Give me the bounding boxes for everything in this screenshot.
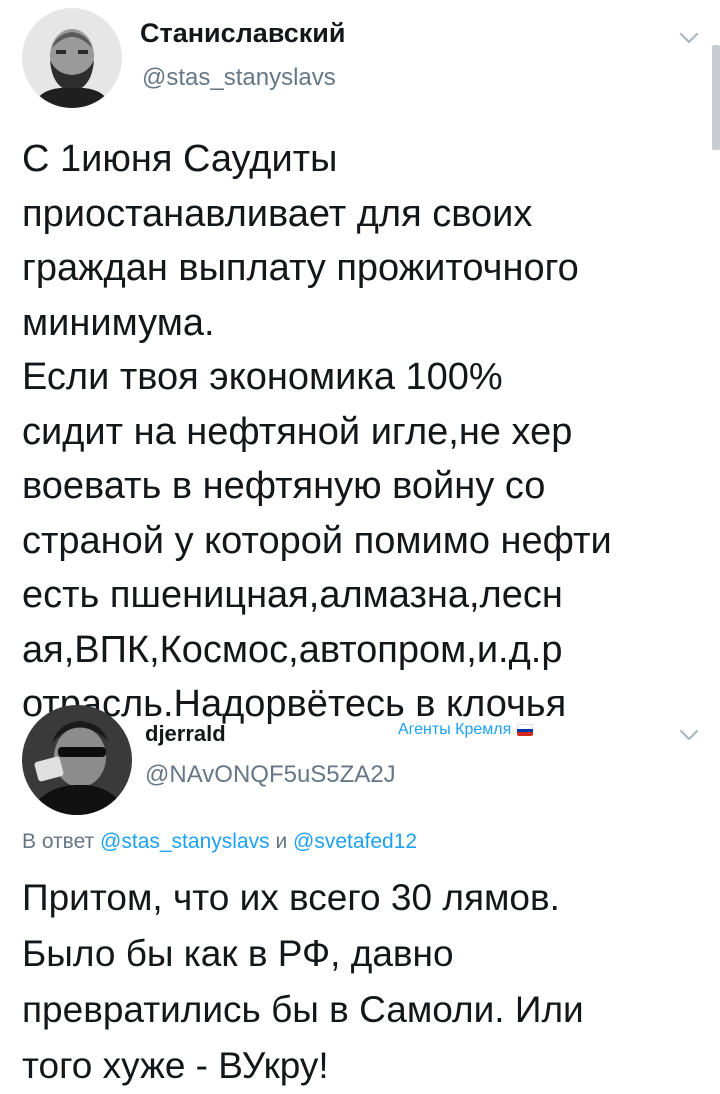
reply-context: В ответ @stas_stanyslavs и @svetafed12 — [22, 830, 417, 854]
reply-mention-link[interactable]: @svetafed12 — [293, 830, 417, 853]
tweet-original: Станиславский @stas_stanyslavs С 1июня С… — [0, 0, 720, 725]
tweet-text-line: превратились бы в Самоли. Или — [22, 989, 584, 1030]
badge-label: Агенты Кремля — [398, 721, 512, 738]
tweet-text-line: Было бы как в РФ, давно — [22, 933, 454, 974]
tweet-text-line: есть пшеницная,алмазна,лесн — [22, 574, 563, 616]
chevron-down-icon[interactable] — [672, 26, 706, 50]
tweet-text-line: ая,ВПК,Космос,автопром,и.д.р — [22, 628, 563, 671]
tweet-reply: djerrald Агенты Кремля @NAvONQF5uS5ZA2J … — [0, 705, 720, 1086]
tweet-text-line: сидит на нефтяной игле,не хер — [22, 410, 573, 453]
author-display-name[interactable]: Станиславский — [140, 18, 345, 49]
profile-badge: Агенты Кремля — [398, 721, 534, 739]
reply-prefix: В ответ — [22, 830, 95, 853]
chevron-down-icon[interactable] — [672, 723, 706, 747]
author-avatar[interactable] — [22, 8, 122, 108]
tweet-text-line: граждан выплату прожиточного — [22, 247, 579, 289]
author-handle[interactable]: @stas_stanyslavs — [142, 64, 336, 92]
author-handle[interactable]: @NAvONQF5uS5ZA2J — [145, 761, 396, 789]
reply-mention-link[interactable]: @stas_stanyslavs — [100, 830, 270, 853]
avatar-photo-man-beard-icon — [22, 8, 122, 108]
tweet-text-line: С 1июня Саудиты — [22, 138, 338, 180]
author-display-name[interactable]: djerrald — [145, 721, 226, 747]
tweet-text-line: страной у которой помимо нефти — [22, 519, 612, 562]
avatar-photo-man-glasses-icon — [22, 705, 132, 815]
russian-flag-icon — [517, 724, 534, 736]
scrollbar[interactable] — [712, 45, 720, 150]
tweet-text-line: воевать в нефтяную войну со — [22, 465, 546, 507]
tweet-text: Притом, что их всего 30 лямов. Было бы к… — [22, 870, 712, 1094]
tweet-text: С 1июня Саудиты приостанавливает для сво… — [22, 132, 712, 732]
tweet-text-line: минимума. — [22, 301, 215, 344]
tweet-text-line: Если твоя экономика 100% — [22, 356, 503, 398]
tweet-text-line: приостанавливает для своих — [22, 192, 533, 235]
reply-conjunction: и — [275, 830, 288, 853]
author-avatar[interactable] — [22, 705, 132, 815]
tweet-text-line: Притом, что их всего 30 лямов. — [22, 877, 560, 918]
